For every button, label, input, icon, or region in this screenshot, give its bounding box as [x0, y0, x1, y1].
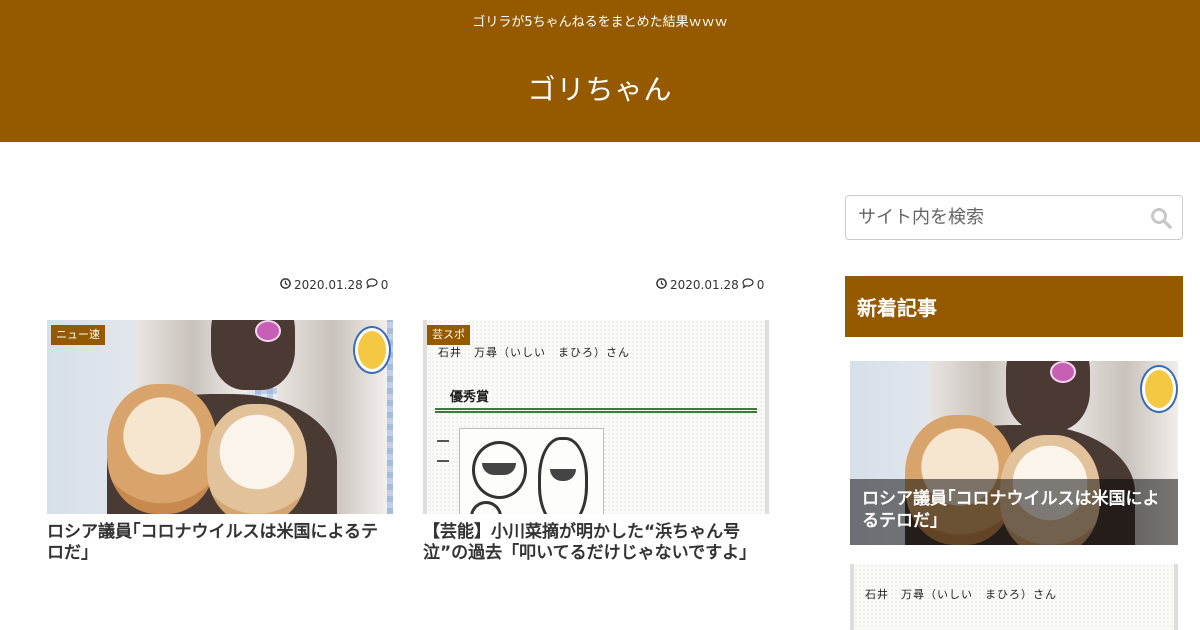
post-date: 2020.01.28	[294, 278, 363, 292]
article-card[interactable]: ニュー速 ロシア議員｢コロナウイルスは米国によるテロだ｣	[47, 320, 393, 565]
site-title[interactable]: ゴリちゃん	[0, 68, 1200, 108]
search-icon[interactable]	[1150, 207, 1172, 229]
clock-icon	[280, 278, 291, 292]
child-drawing	[459, 428, 604, 514]
category-label[interactable]: ニュー速	[51, 325, 105, 345]
recent-posts-heading: 新着記事	[845, 276, 1183, 337]
certificate-name: 石井 万尋（いしい まひろ）さん	[865, 588, 1057, 601]
comment-icon	[742, 278, 754, 292]
clock-icon	[656, 278, 667, 292]
certificate-image: 石井 万尋（いしい まひろ）さん 優秀賞	[423, 320, 769, 514]
post-date: 2020.01.28	[670, 278, 739, 292]
comment-count: 0	[380, 278, 389, 292]
article-title[interactable]: 【芸能】小川菜摘が明かした“浜ちゃん号泣”の過去「叩いてるだけじゃないですよ」	[423, 522, 769, 565]
search-input[interactable]	[846, 196, 1136, 239]
recent-post-item[interactable]: 石井 万尋（いしい まひろ）さん	[850, 564, 1178, 630]
certificate-image: 石井 万尋（いしい まひろ）さん	[850, 564, 1178, 630]
site-search	[845, 195, 1183, 240]
article-title[interactable]: ロシア議員｢コロナウイルスは米国によるテロだ｣	[47, 522, 393, 565]
certificate-award: 優秀賞	[450, 390, 490, 405]
photo-image	[47, 320, 393, 514]
certificate-name: 石井 万尋（いしい まひろ）さん	[438, 346, 630, 359]
category-label[interactable]: 芸スポ	[427, 325, 470, 345]
site-header: ゴリラが5ちゃんねるをまとめた結果ｗｗｗ ゴリちゃん	[0, 0, 1200, 142]
recent-post-title[interactable]: ロシア議員｢コロナウイルスは米国によるテロだ｣	[850, 479, 1178, 545]
article-thumbnail[interactable]: 石井 万尋（いしい まひろ）さん 優秀賞 芸スポ	[423, 320, 769, 514]
comment-icon	[366, 278, 378, 292]
article-thumbnail[interactable]: ニュー速	[47, 320, 393, 514]
recent-post-item[interactable]: ロシア議員｢コロナウイルスは米国によるテロだ｣	[850, 361, 1178, 545]
comment-count: 0	[756, 278, 765, 292]
site-tagline: ゴリラが5ちゃんねるをまとめた結果ｗｗｗ	[472, 15, 728, 30]
article-meta: 2020.01.28 0	[280, 278, 388, 292]
article-card[interactable]: 石井 万尋（いしい まひろ）さん 優秀賞 芸スポ 【芸能】小川菜摘が明かした“浜…	[423, 320, 769, 565]
article-meta: 2020.01.28 0	[656, 278, 764, 292]
